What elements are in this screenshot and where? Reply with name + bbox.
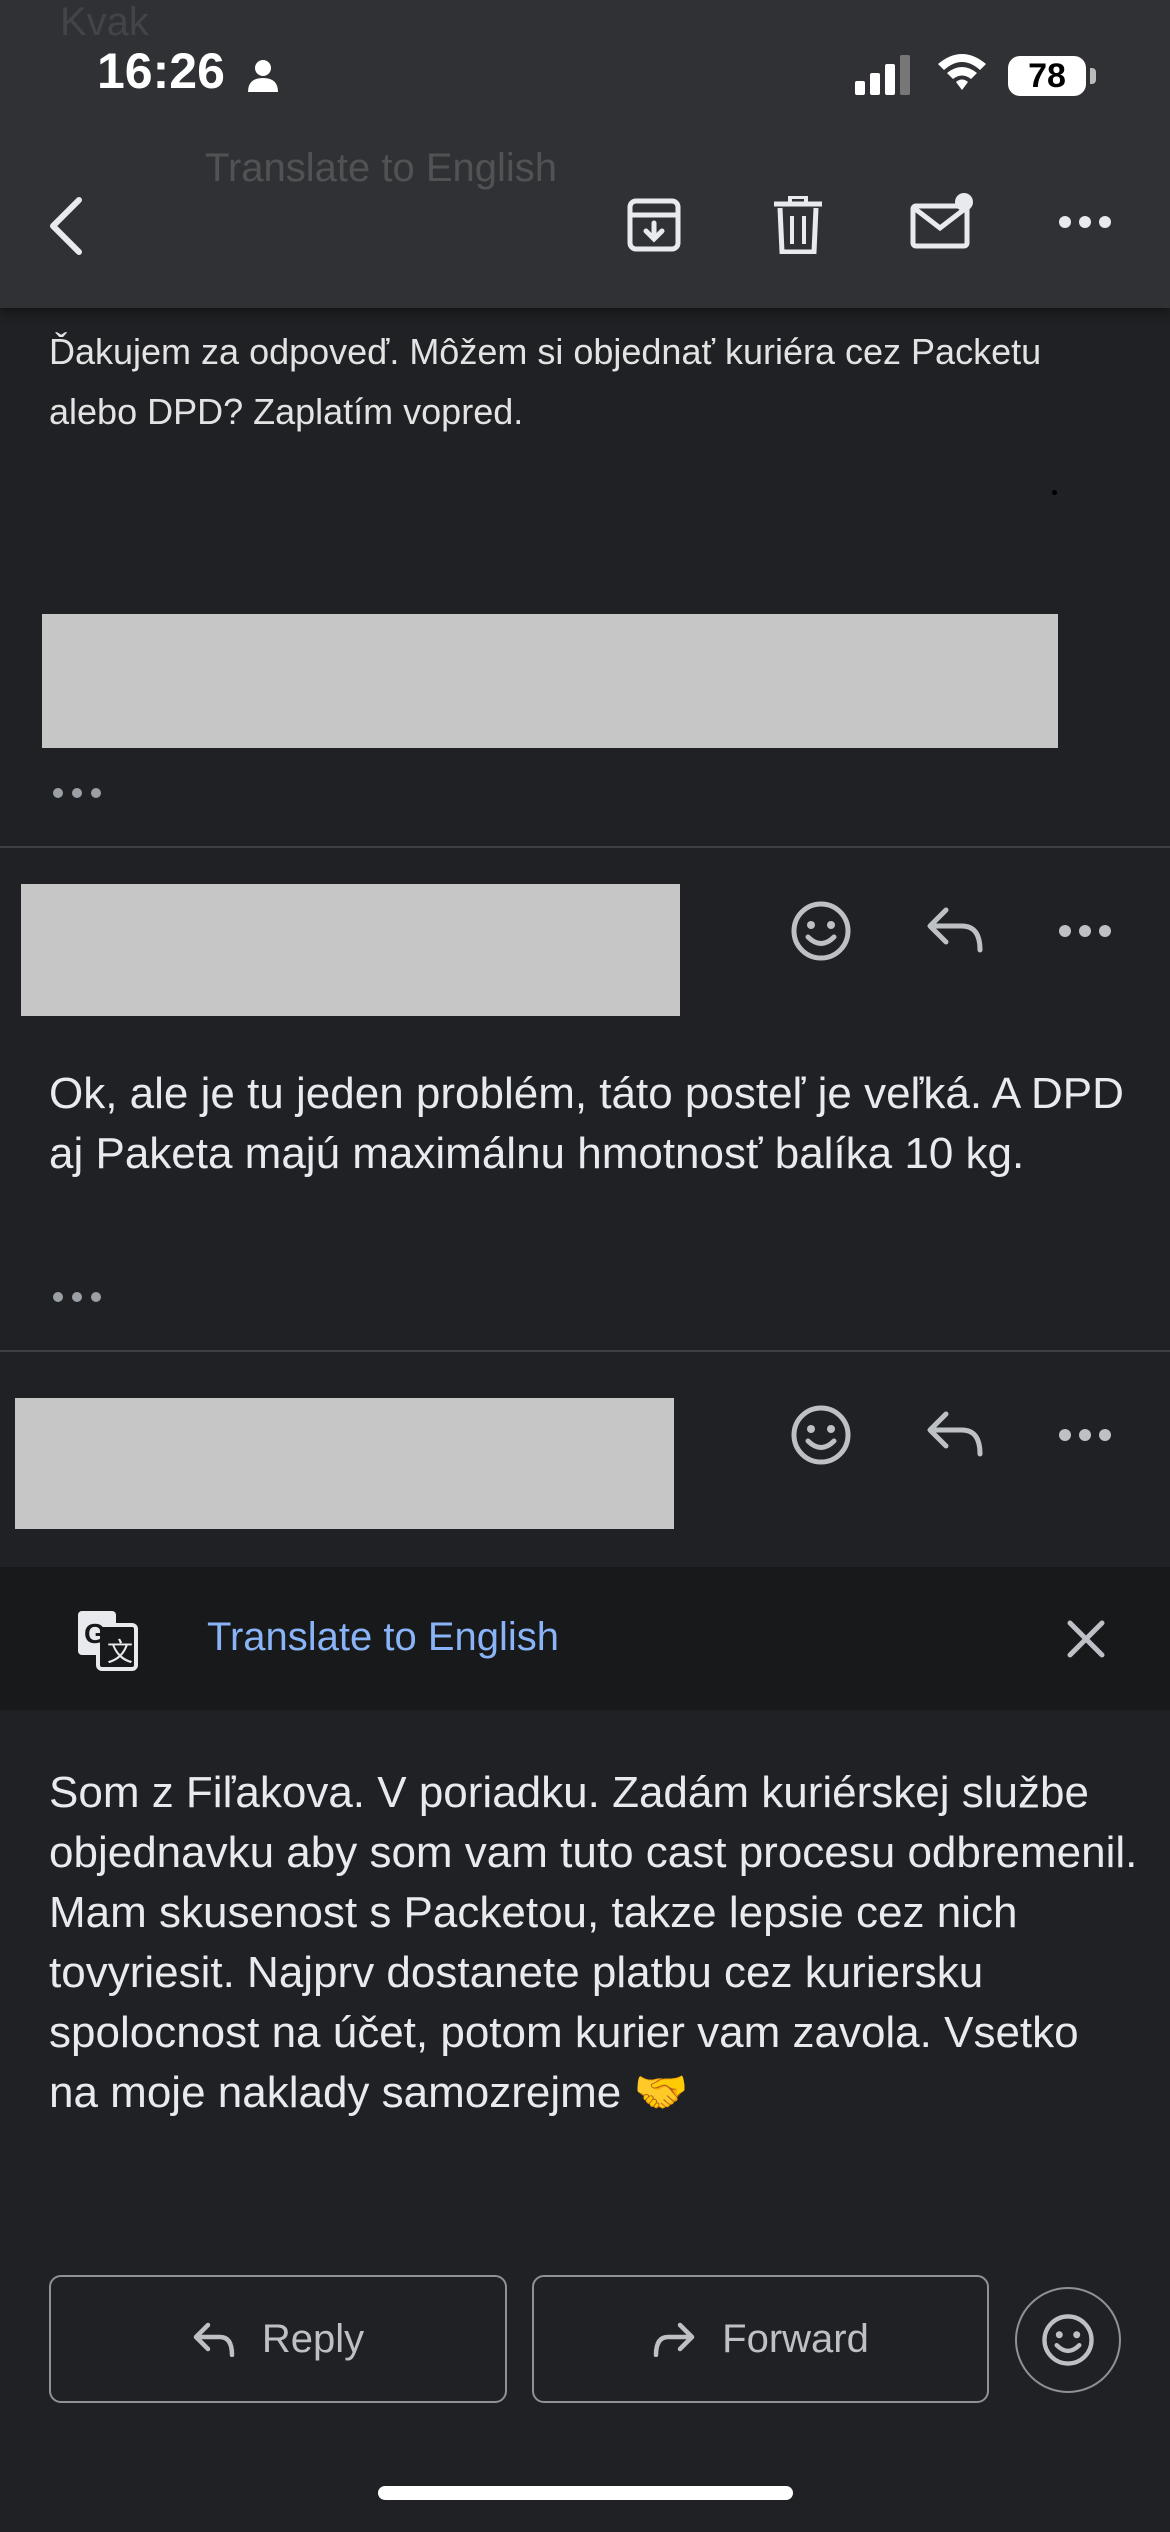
message-more-icon[interactable] [1058,924,1112,938]
message-body: Som z Fiľakova. V poriadku. Zadám kuriér… [49,1768,1138,2117]
status-time: 16:26 [97,43,225,99]
svg-text:G: G [84,1618,106,1649]
emoji-react-button[interactable] [1015,2287,1121,2393]
redacted-block [42,614,1058,748]
emoji-reaction-icon[interactable] [790,1404,852,1466]
reply-icon[interactable] [926,906,984,954]
ghost-translate-row: Translate to English Kvak [0,0,1170,208]
reply-button-label: Reply [261,2316,365,2361]
redacted-sender [15,1398,674,1529]
ghost-translate-label: Translate to English [205,146,558,190]
mark-unread-icon[interactable] [910,192,974,250]
wifi-icon [938,54,986,90]
reply-icon[interactable] [926,1410,984,1458]
trash-icon[interactable] [772,196,824,254]
battery-indicator: 78 [1008,56,1086,96]
top-app-bar: Translate to English Kvak 16:26 78 [0,0,1170,308]
stray-dot [1052,490,1057,495]
more-options-icon[interactable] [1058,214,1112,230]
close-icon[interactable] [1066,1619,1106,1659]
show-trimmed-icon[interactable] [52,786,102,800]
translate-bar: G 文 Translate to English [0,1567,1170,1710]
message-divider [0,846,1170,848]
emoji-reaction-icon[interactable] [790,900,852,962]
ghost-top-text: Kvak [60,0,149,44]
forward-arrow-icon [653,2322,695,2357]
redacted-sender [21,884,680,1016]
reply-button[interactable]: Reply [49,2275,507,2403]
translate-link[interactable]: Translate to English [207,1615,559,1660]
message-body: Ok, ale je tu jeden problém, táto posteľ… [49,1069,1124,1178]
forward-button-label: Forward [722,2316,869,2361]
reply-arrow-icon [193,2322,235,2357]
show-trimmed-icon[interactable] [52,1290,102,1304]
person-icon [248,60,278,92]
svg-text:文: 文 [107,1637,133,1667]
archive-icon[interactable] [626,197,682,253]
smiley-icon [1042,2314,1094,2366]
message-more-icon[interactable] [1058,1428,1112,1442]
quoted-message-text: Ďakujem za odpoveď. Môžem si objednať ku… [49,331,1042,432]
battery-level: 78 [1028,57,1066,95]
message-divider [0,1350,1170,1352]
cellular-signal-icon [855,55,910,95]
battery-tip [1090,68,1096,84]
back-arrow-icon[interactable] [45,196,85,256]
forward-button[interactable]: Forward [532,2275,989,2403]
google-translate-icon: G 文 [78,1611,138,1671]
home-indicator[interactable] [378,2486,793,2500]
